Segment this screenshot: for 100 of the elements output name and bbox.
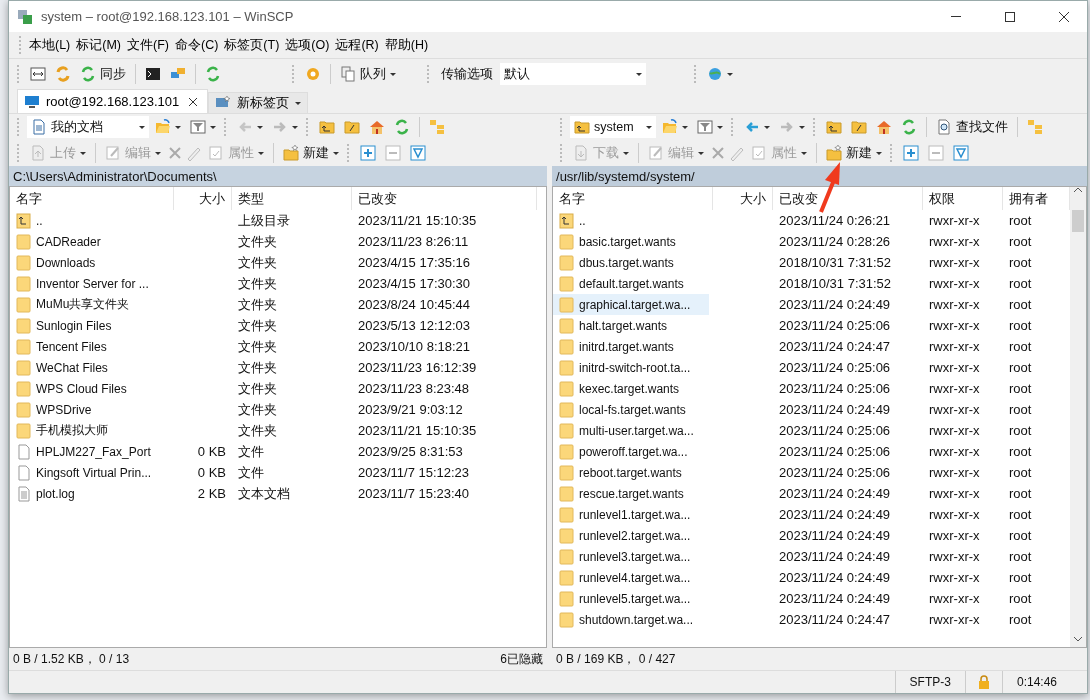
file-name-cell[interactable]: runlevel1.target.wa... bbox=[553, 504, 709, 525]
table-cell-text: 2023/11/24 0:25:06 bbox=[778, 464, 892, 482]
table-cell-text: root bbox=[1008, 548, 1033, 566]
menu-item[interactable]: 标签页(T) bbox=[221, 34, 283, 56]
file-name-cell[interactable]: Tencent Files bbox=[10, 336, 170, 357]
scroll-thumb[interactable] bbox=[1072, 210, 1084, 232]
file-name-cell[interactable]: CADReader bbox=[10, 231, 170, 252]
plus-button[interactable] bbox=[357, 143, 379, 163]
column-header[interactable]: 大小 bbox=[713, 187, 773, 210]
column-header[interactable]: 类型 bbox=[232, 187, 352, 210]
filter-button[interactable] bbox=[187, 117, 219, 137]
rename-icon bbox=[186, 145, 202, 161]
panel-status: 0 B / 169 KB， 0 / 427 bbox=[556, 650, 676, 668]
file-name-cell[interactable]: graphical.target.wa... bbox=[553, 294, 709, 315]
caret-icon bbox=[175, 125, 181, 129]
file-name-cell[interactable]: poweroff.target.wa... bbox=[553, 441, 709, 462]
caret-icon bbox=[682, 125, 688, 129]
menu-item[interactable]: 帮助(H) bbox=[381, 34, 432, 56]
file-name-cell[interactable]: multi-user.target.wa... bbox=[553, 420, 709, 441]
location-dropdown[interactable]: system bbox=[570, 116, 656, 138]
session-tab[interactable]: 新标签页 bbox=[208, 92, 309, 113]
plus-button[interactable] bbox=[900, 143, 922, 163]
minus-button[interactable] bbox=[382, 143, 404, 163]
file-name-cell[interactable]: 手机模拟大师 bbox=[10, 420, 170, 441]
file-name-cell[interactable]: kexec.target.wants bbox=[553, 378, 709, 399]
new-folder-button[interactable]: 新建 bbox=[823, 142, 885, 164]
folder-icon bbox=[559, 569, 575, 586]
menu-item[interactable]: 文件(F) bbox=[124, 34, 172, 56]
file-name-cell[interactable]: Sunlogin Files bbox=[10, 315, 170, 336]
file-name-cell[interactable]: HPLJM227_Fax_Port bbox=[10, 441, 170, 462]
session-tab[interactable]: root@192.168.123.101 bbox=[17, 89, 209, 113]
column-header[interactable]: 名字 bbox=[10, 187, 174, 210]
file-name-cell[interactable]: Kingsoft Virtual Prin... bbox=[10, 462, 170, 483]
file-name-cell[interactable]: Inventor Server for ... bbox=[10, 273, 170, 294]
column-header[interactable]: 名字 bbox=[553, 187, 713, 210]
file-name-cell[interactable]: halt.target.wants bbox=[553, 315, 709, 336]
file-name-cell[interactable]: local-fs.target.wants bbox=[553, 399, 709, 420]
column-header[interactable]: 已改变 bbox=[773, 187, 923, 210]
refresh-button[interactable]: 同步 bbox=[77, 63, 129, 85]
file-name-cell[interactable]: default.target.wants bbox=[553, 273, 709, 294]
file-name-cell[interactable]: dbus.target.wants bbox=[553, 252, 709, 273]
file-name-cell[interactable]: reboot.target.wants bbox=[553, 462, 709, 483]
file-name-cell[interactable]: .. bbox=[553, 210, 709, 231]
table-cell-text: rwxr-xr-x bbox=[928, 485, 981, 503]
rename-icon bbox=[729, 145, 745, 161]
column-header[interactable]: 权限 bbox=[923, 187, 1003, 210]
refresh-icon bbox=[394, 119, 410, 135]
file-name-cell[interactable]: WeChat Files bbox=[10, 357, 170, 378]
file-name-cell[interactable]: initrd.target.wants bbox=[553, 336, 709, 357]
file-name-cell[interactable]: shutdown.target.wa... bbox=[553, 609, 709, 630]
table-cell-text: 2023/11/24 0:24:49 bbox=[778, 548, 892, 566]
file-name-cell[interactable]: initrd-switch-root.ta... bbox=[553, 357, 709, 378]
table-cell-text: 2023/11/21 15:10:35 bbox=[357, 422, 478, 440]
scroll-up-icon bbox=[1073, 187, 1083, 193]
menu-item[interactable]: 选项(O) bbox=[282, 34, 333, 56]
check-all-button[interactable] bbox=[407, 143, 429, 163]
column-header[interactable]: 已改变 bbox=[352, 187, 537, 210]
file-name-cell[interactable]: runlevel4.target.wa... bbox=[553, 567, 709, 588]
window-title: system – root@192.168.123.101 – WinSCP bbox=[41, 9, 295, 24]
compare-icon bbox=[30, 66, 46, 82]
location-dropdown[interactable]: 我的文档 bbox=[27, 116, 149, 138]
menu-item[interactable]: 命令(C) bbox=[172, 34, 222, 56]
download-icon bbox=[573, 145, 589, 161]
file-name-cell[interactable]: Downloads bbox=[10, 252, 170, 273]
caret-icon bbox=[258, 151, 264, 155]
filter-button[interactable] bbox=[694, 117, 726, 137]
menu-item[interactable]: 标记(M) bbox=[73, 34, 125, 56]
table-cell-text: 2023/11/7 15:12:23 bbox=[357, 464, 471, 482]
menu-item[interactable]: 本地(L) bbox=[26, 34, 74, 56]
table-cell-text: 2023/11/24 0:25:06 bbox=[778, 443, 892, 461]
scrollbar[interactable] bbox=[1070, 210, 1086, 647]
queue-button[interactable]: 队列 bbox=[337, 63, 399, 85]
new-folder-button[interactable]: 新建 bbox=[280, 142, 342, 164]
column-header[interactable]: 大小 bbox=[174, 187, 232, 210]
file-name-cell[interactable]: WPS Cloud Files bbox=[10, 378, 170, 399]
properties-icon bbox=[208, 145, 224, 161]
compare-button[interactable] bbox=[27, 64, 49, 84]
globe-icon bbox=[707, 66, 723, 82]
file-name-cell[interactable]: runlevel2.target.wa... bbox=[553, 525, 709, 546]
new-folder-icon bbox=[826, 145, 842, 161]
file-name-cell[interactable]: plot.log bbox=[10, 483, 170, 504]
file-name-cell[interactable]: .. bbox=[10, 210, 170, 231]
folder-icon bbox=[559, 443, 575, 460]
minus-button[interactable] bbox=[925, 143, 947, 163]
file-name-cell[interactable]: MuMu共享文件夹 bbox=[10, 294, 170, 315]
check-all-button[interactable] bbox=[950, 143, 972, 163]
folder-icon bbox=[16, 275, 32, 292]
file-name-cell[interactable]: WPSDrive bbox=[10, 399, 170, 420]
transfer-dropdown[interactable]: 默认 bbox=[500, 63, 646, 85]
properties-icon bbox=[751, 145, 767, 161]
file-name-cell[interactable]: runlevel3.target.wa... bbox=[553, 546, 709, 567]
file-name-cell[interactable]: basic.target.wants bbox=[553, 231, 709, 252]
menu-item[interactable]: 远程(R) bbox=[332, 34, 382, 56]
refresh-icon bbox=[901, 119, 917, 135]
search-button[interactable]: 查找文件 bbox=[933, 116, 1011, 138]
hidden-count: 6已隐藏 bbox=[500, 650, 543, 668]
tree-icon bbox=[429, 119, 445, 135]
file-name-cell[interactable]: rescue.target.wants bbox=[553, 483, 709, 504]
file-name-cell[interactable]: runlevel5.target.wa... bbox=[553, 588, 709, 609]
table-cell-text: rwxr-xr-x bbox=[928, 359, 981, 377]
